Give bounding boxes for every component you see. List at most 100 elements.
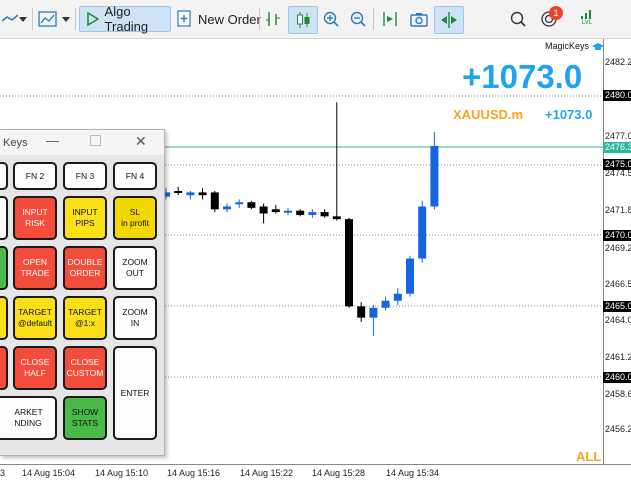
all-filter-label[interactable]: ALL xyxy=(576,449,601,464)
zoom-out-label-1: ZOOM xyxy=(122,257,148,267)
new-order-label: New Order xyxy=(198,11,261,27)
candlestick-chart-button[interactable] xyxy=(288,6,318,34)
time-tick: 14 Aug 15:04 xyxy=(22,468,76,478)
candle-body xyxy=(284,210,292,213)
target-1x-button[interactable]: TARGET @1:x xyxy=(63,296,107,340)
close-custom-label-1: CLOSE xyxy=(70,357,100,367)
time-tick: 14 Aug 15:10 xyxy=(95,468,149,478)
signal-label: LVL xyxy=(581,20,593,26)
candle-body xyxy=(174,190,183,193)
dropdown-arrow-icon[interactable] xyxy=(62,6,70,32)
row5-partial-button[interactable] xyxy=(0,346,8,390)
input-risk-label-1: INPUT xyxy=(22,207,48,217)
zoom-in-label-2: IN xyxy=(130,318,140,328)
candle-body xyxy=(210,192,219,210)
input-pips-button[interactable]: INPUT PIPS xyxy=(63,196,107,240)
candle xyxy=(369,304,378,336)
sl-in-profit-button[interactable]: SL in profit xyxy=(113,196,157,240)
minimize-icon[interactable]: — xyxy=(46,133,59,148)
close-custom-button[interactable]: CLOSE CUSTOM xyxy=(63,346,107,390)
price-tick: 2474.5 xyxy=(605,168,631,178)
candle-body xyxy=(223,206,231,210)
candle-body xyxy=(271,209,280,213)
time-tick: 3 xyxy=(0,468,6,478)
candle-body xyxy=(393,293,402,301)
magic-keys-panel: Keys — ✕ FN 2 FN 3 FN 4 INPUT RISK INPUT P… xyxy=(0,129,165,456)
panel-title-bar[interactable]: Keys — ✕ xyxy=(0,130,164,155)
time-tick: 14 Aug 15:16 xyxy=(167,468,221,478)
price-tick: 2482.2 xyxy=(605,57,631,67)
magickeys-title: MagicKeys xyxy=(545,41,604,52)
zoom-out-button[interactable]: ZOOM OUT xyxy=(113,246,157,290)
panel-title: Keys xyxy=(3,137,28,149)
zoom-out-icon[interactable] xyxy=(349,6,367,32)
total-profit: +1073.0 xyxy=(462,58,583,95)
price-tick: 2461.2 xyxy=(605,352,631,362)
price-level-box: 2465.0 xyxy=(603,301,631,312)
show-stats-label-1: SHOW xyxy=(71,407,99,417)
market-label-2: NDING xyxy=(14,418,42,428)
chart-template-icon[interactable] xyxy=(38,6,58,32)
algo-trading-button[interactable]: Algo Trading xyxy=(79,4,171,34)
close-half-button[interactable]: CLOSE HALF xyxy=(13,346,57,390)
candle xyxy=(406,255,414,297)
candle xyxy=(247,200,256,210)
play-icon xyxy=(87,12,99,26)
autoscroll-icon xyxy=(441,12,457,28)
fn2-button[interactable]: FN 2 xyxy=(13,162,57,190)
new-order-button[interactable]: New Order xyxy=(177,6,261,32)
candle-body xyxy=(235,202,244,205)
signal-strength-icon[interactable]: LVL xyxy=(580,8,594,27)
chart-shift-icon[interactable] xyxy=(380,6,400,32)
fn3-label: FN 3 xyxy=(75,170,95,181)
autoscroll-button[interactable] xyxy=(434,6,464,34)
candle xyxy=(393,288,402,305)
zoom-in-button[interactable]: ZOOM IN xyxy=(113,296,157,340)
time-tick: 14 Aug 15:34 xyxy=(386,468,440,478)
fn4-button[interactable]: FN 4 xyxy=(113,162,157,190)
double-order-label-1: DOUBLE xyxy=(67,257,103,267)
market-pending-button[interactable]: ARKET NDING xyxy=(0,396,57,440)
algo-trading-label: Algo Trading xyxy=(104,4,149,34)
fn4-label: FN 4 xyxy=(125,170,145,181)
candle xyxy=(296,209,305,217)
candle xyxy=(308,209,317,218)
sl-label-2: in profit xyxy=(121,218,149,228)
toolbar-divider xyxy=(373,8,374,30)
screenshot-icon[interactable] xyxy=(409,6,429,32)
fn3-button[interactable]: FN 3 xyxy=(63,162,107,190)
candle xyxy=(284,207,292,215)
line-chart-type-icon[interactable] xyxy=(322,6,340,32)
open-trade-button[interactable]: OPEN TRADE xyxy=(13,246,57,290)
main-toolbar: Algo Trading New Order 1 LVL xyxy=(0,0,631,39)
target-default-button[interactable]: TARGET @default xyxy=(13,296,57,340)
market-label-1: ARKET xyxy=(14,407,43,417)
search-icon[interactable] xyxy=(509,6,527,32)
maximize-icon[interactable] xyxy=(90,135,101,146)
close-custom-label-2: CUSTOM xyxy=(66,368,104,378)
show-stats-button[interactable]: SHOW STATS xyxy=(63,396,107,440)
candle-body xyxy=(332,216,341,220)
close-icon[interactable]: ✕ xyxy=(135,133,147,150)
price-tick: 2469.2 xyxy=(605,243,631,253)
price-tick: 2466.5 xyxy=(605,279,631,289)
candle xyxy=(210,190,219,213)
toolbar-divider xyxy=(259,8,260,30)
line-chart-icon[interactable] xyxy=(2,6,18,32)
depth-of-market-icon[interactable] xyxy=(264,6,282,32)
dropdown-arrow-icon[interactable] xyxy=(19,6,27,32)
input-risk-button[interactable]: INPUT RISK xyxy=(13,196,57,240)
price-tick: 2458.6 xyxy=(605,389,631,399)
toolbar-divider xyxy=(75,8,76,30)
zoom-out-label-2: OUT xyxy=(126,268,144,278)
current-price-box: 2476.3 xyxy=(603,142,631,153)
row2-partial-button[interactable] xyxy=(0,196,8,240)
candle xyxy=(235,199,244,208)
row3-partial-button[interactable] xyxy=(0,246,8,290)
price-tick: 2464.0 xyxy=(605,315,631,325)
enter-button[interactable]: ENTER xyxy=(113,346,157,440)
fn1-button-partial[interactable] xyxy=(0,162,8,190)
row4-partial-button[interactable] xyxy=(0,296,8,340)
double-order-button[interactable]: DOUBLE ORDER xyxy=(63,246,107,290)
price-level-box: 2460.0 xyxy=(603,372,631,383)
